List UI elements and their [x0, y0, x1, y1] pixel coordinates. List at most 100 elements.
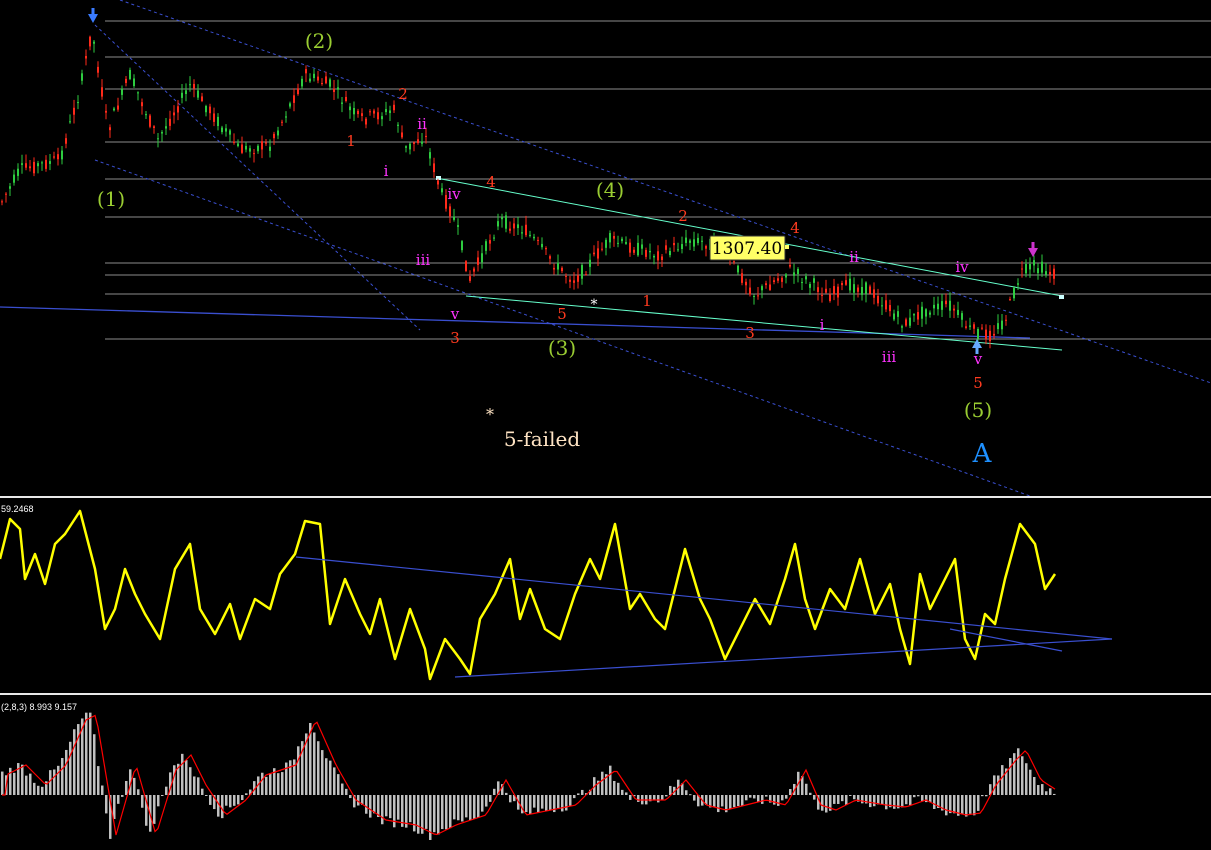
histogram-bar — [1013, 753, 1016, 795]
candle-body — [649, 250, 651, 253]
candle-body — [757, 295, 759, 297]
histogram-bar — [105, 795, 108, 814]
histogram-bar — [165, 786, 168, 795]
histogram-bar — [809, 792, 812, 795]
candle-body — [33, 161, 35, 174]
candle-body — [565, 275, 567, 277]
candle-body — [317, 76, 319, 81]
candle-body — [157, 138, 159, 140]
histogram-bar — [933, 795, 936, 809]
histogram-bar — [477, 795, 480, 818]
histogram-bar — [741, 795, 744, 806]
histogram-bar — [753, 795, 756, 799]
wave-red-5: 5 — [557, 305, 567, 323]
histogram-bar — [297, 746, 300, 795]
candle-body — [461, 241, 463, 251]
candle-body — [993, 333, 995, 336]
histogram-bar — [669, 785, 672, 795]
candle-body — [485, 241, 487, 251]
candle-body — [357, 110, 359, 115]
pane-separator[interactable] — [0, 693, 1211, 695]
histogram-bar — [289, 760, 292, 795]
annotation-5-failed: 5-failed — [504, 427, 580, 451]
line-anchor — [1059, 295, 1064, 299]
candle-body — [469, 276, 471, 281]
histogram-bar — [69, 741, 72, 795]
histogram-bar — [197, 777, 200, 795]
candle-body — [297, 88, 299, 95]
candle-body — [69, 121, 71, 123]
histogram-bar — [157, 795, 160, 807]
histogram-bar — [773, 795, 776, 805]
histogram-svg — [1, 712, 1056, 840]
histogram-bar — [261, 772, 264, 795]
candle-body — [957, 309, 959, 316]
candle-body — [661, 256, 663, 261]
candle-body — [313, 73, 315, 79]
histogram-bar — [393, 795, 396, 828]
candle-body — [849, 278, 851, 291]
histogram-bar — [737, 795, 740, 807]
histogram-bar — [29, 773, 32, 795]
histogram-bar — [341, 783, 344, 795]
candle-body — [481, 253, 483, 263]
candle-body — [569, 279, 571, 282]
candle-body — [577, 275, 579, 282]
histogram-bar — [373, 795, 376, 814]
histogram-bar — [269, 773, 272, 795]
histogram-bar — [969, 795, 972, 814]
candle-body — [373, 110, 375, 114]
histogram-bar — [721, 795, 724, 807]
candle-body — [765, 283, 767, 286]
candle-body — [413, 142, 415, 144]
histogram-bar — [53, 769, 56, 795]
candle-body — [409, 143, 411, 150]
candle-body — [293, 95, 295, 103]
histogram-bar — [409, 795, 412, 823]
candle-body — [65, 138, 67, 144]
histogram-bar — [573, 795, 576, 799]
histogram-bar — [973, 795, 976, 816]
candle-body — [1021, 268, 1023, 270]
histogram-bar — [541, 795, 544, 809]
histogram-bar — [905, 795, 908, 805]
histogram-bar — [1009, 758, 1012, 795]
wave-red-1: 1 — [346, 132, 356, 150]
histogram-value-label: (2,8,3) 8.993 9.157 — [1, 702, 78, 712]
histogram-bar — [713, 795, 716, 808]
histogram-bar — [909, 795, 912, 806]
candle-body — [533, 236, 535, 239]
pane-separator[interactable] — [0, 496, 1211, 498]
candle-body — [869, 286, 871, 294]
wave-red-4: 4 — [486, 173, 496, 191]
histogram-bar — [1053, 793, 1056, 795]
histogram-bar — [997, 775, 1000, 795]
histogram-bar — [853, 795, 856, 800]
wave-minor-iii: iii — [416, 251, 431, 269]
candle-body — [129, 69, 131, 80]
price-tag: 1307.40 — [709, 235, 789, 261]
histogram-bar — [349, 795, 352, 799]
candle-body — [741, 273, 743, 283]
candle-body — [361, 113, 363, 117]
candle-body — [925, 309, 927, 317]
histogram-bar — [689, 794, 692, 796]
candle-body — [941, 301, 943, 310]
histogram-bar — [893, 795, 896, 809]
histogram-bar — [693, 795, 696, 801]
candle-body — [5, 193, 7, 195]
histogram-bar — [985, 795, 988, 797]
histogram-bar — [181, 753, 184, 795]
histogram-bar — [917, 795, 920, 797]
price-chart-pane[interactable]: (1) (2) (3) (4) (5) A 1 2 3 4 5 1 2 3 4 5 i ii iii iv v i ii ii… — [0, 0, 1211, 497]
candle-body — [529, 234, 531, 236]
histogram-pane[interactable]: (2,8,3) 8.993 9.157 — [0, 697, 1211, 845]
histogram-bar — [441, 795, 444, 830]
histogram-bar — [25, 775, 28, 795]
histogram-bar — [1025, 763, 1028, 795]
histogram-bar — [121, 795, 124, 797]
histogram-bar — [545, 795, 548, 811]
candle-body — [1049, 271, 1051, 275]
candle-body — [977, 328, 979, 339]
oscillator-pane[interactable]: 59.2468 — [0, 499, 1211, 693]
